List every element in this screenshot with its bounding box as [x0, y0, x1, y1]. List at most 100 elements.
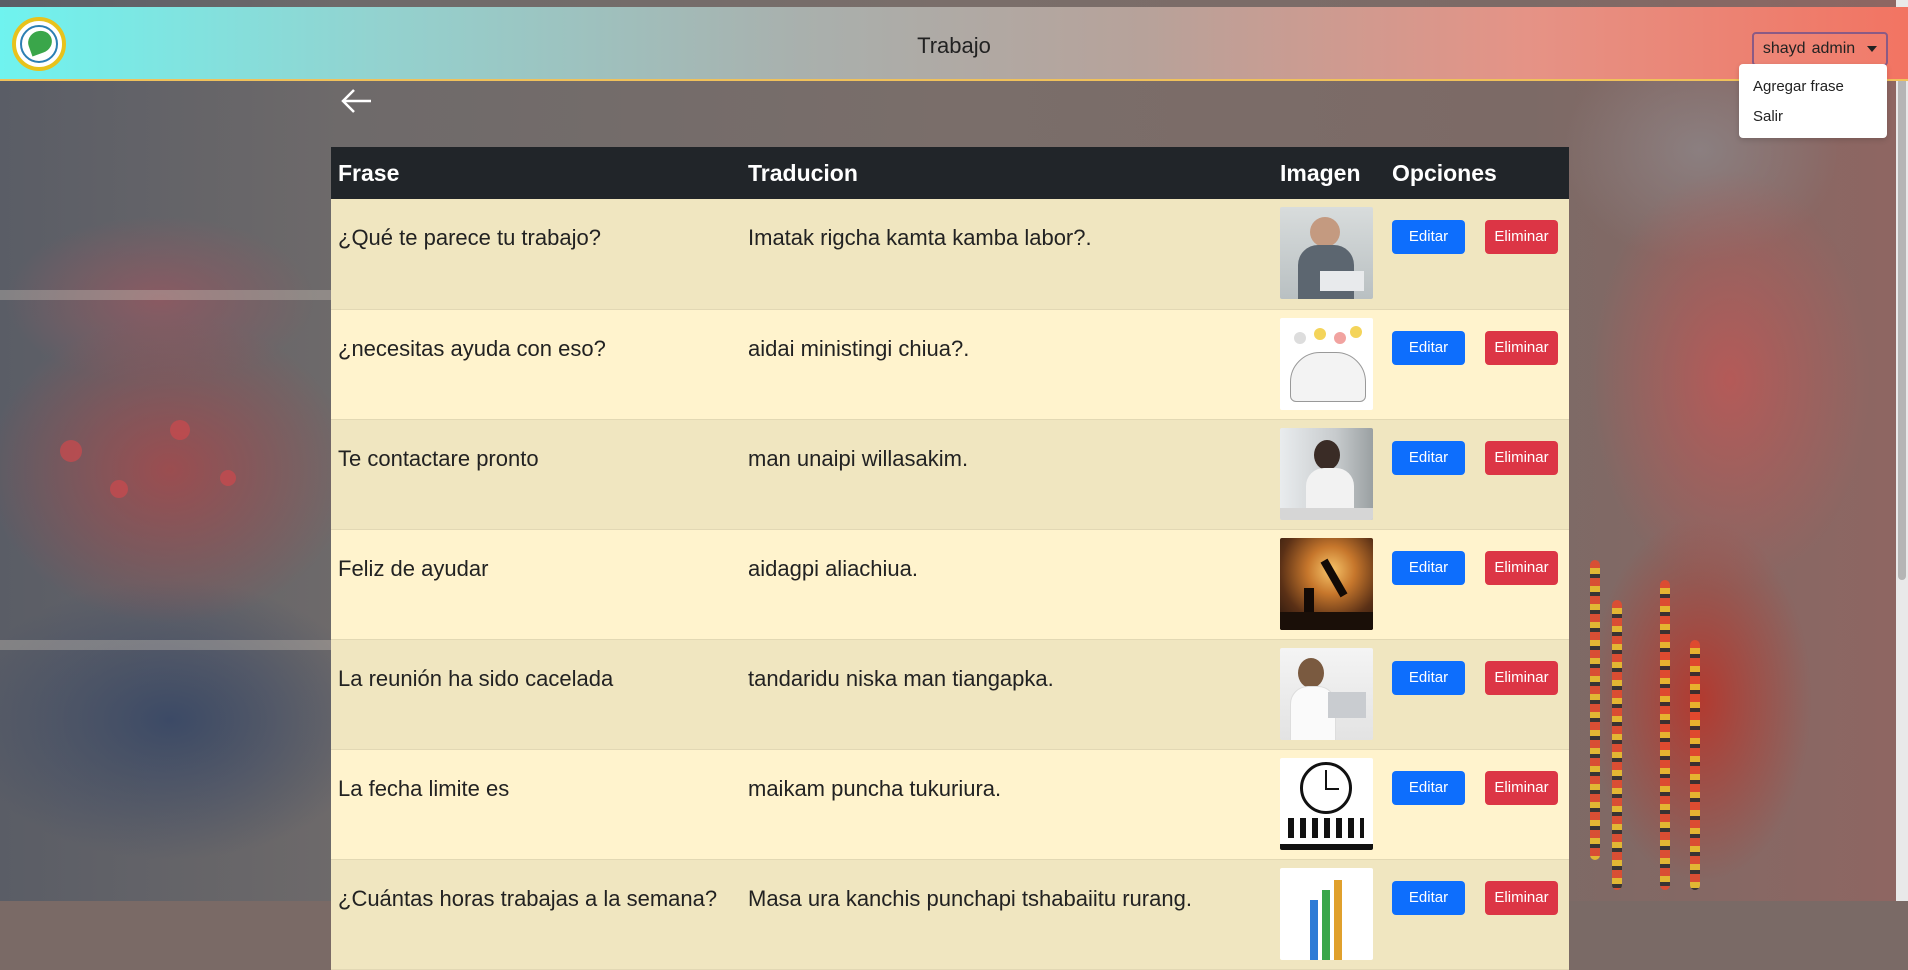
phrase-image [1280, 867, 1373, 960]
scrollbar[interactable] [1896, 0, 1908, 901]
background-pattern [170, 420, 190, 440]
bubble-shape [1314, 327, 1326, 340]
edit-button[interactable]: Editar [1392, 880, 1465, 915]
running-people [1288, 817, 1364, 838]
phrase-image [1280, 207, 1373, 299]
background-beads [1590, 560, 1600, 860]
person-silhouette [1314, 439, 1340, 470]
phrase-cell: La reunión ha sido cacelada [331, 639, 741, 750]
table-header-row: Frase Traducion Imagen Opciones [331, 147, 1569, 199]
edit-button[interactable]: Editar [1392, 660, 1465, 695]
user-menu-toggle[interactable]: shayd admin [1752, 32, 1888, 66]
user-name: shayd [1762, 40, 1806, 57]
phrase-cell: ¿Qué te parece tu trabajo? [331, 199, 741, 310]
delete-button[interactable]: Eliminar [1485, 660, 1558, 695]
user-dropdown-menu: Agregar frase Salir [1739, 64, 1887, 138]
phrase-image [1280, 757, 1373, 850]
edit-button[interactable]: Editar [1392, 220, 1465, 254]
person-silhouette [1310, 217, 1340, 247]
image-cell [1273, 639, 1385, 750]
delete-button[interactable]: Eliminar [1485, 220, 1558, 254]
background-shelf [0, 290, 340, 300]
people-sketch [1290, 351, 1366, 402]
background-pattern [110, 480, 128, 498]
phrase-image [1280, 537, 1373, 630]
translation-cell: Imatak rigcha kamta kamba labor?. [741, 199, 1273, 310]
bubble-shape [1350, 325, 1362, 338]
phrase-cell: ¿Cuántas horas trabajas a la semana? [331, 859, 741, 970]
image-cell [1273, 859, 1385, 970]
column-header-frase: Frase [331, 147, 741, 199]
chart-bar [1310, 899, 1318, 960]
background-beads [1612, 600, 1622, 890]
delete-button[interactable]: Eliminar [1485, 330, 1558, 365]
options-cell: Editar Eliminar [1385, 639, 1569, 750]
phrase-cell: La fecha limite es [331, 749, 741, 860]
phrase-image [1280, 427, 1373, 520]
phrase-image [1280, 317, 1373, 410]
table-row: ¿Cuántas horas trabajas a la semana? Mas… [331, 859, 1569, 970]
page-title: Trabajo [917, 33, 991, 58]
background-shelf [0, 640, 340, 650]
desk-shape [1280, 507, 1373, 520]
person-silhouette [1320, 558, 1348, 597]
edit-button[interactable]: Editar [1392, 770, 1465, 805]
dropdown-item-agregar-frase[interactable]: Agregar frase [1753, 78, 1844, 95]
options-cell: Editar Eliminar [1385, 309, 1569, 420]
clock-hand [1325, 787, 1339, 790]
rock-shape [1280, 611, 1373, 630]
laptop-shape [1320, 271, 1364, 291]
delete-button[interactable]: Eliminar [1485, 550, 1558, 585]
phrase-cell: Te contactare pronto [331, 419, 741, 530]
image-cell [1273, 749, 1385, 860]
chart-bar [1334, 879, 1342, 960]
translation-cell: tandaridu niska man tiangapka. [741, 639, 1273, 750]
person-silhouette [1298, 657, 1324, 688]
options-cell: Editar Eliminar [1385, 199, 1569, 310]
image-cell [1273, 529, 1385, 640]
column-header-opciones: Opciones [1385, 147, 1569, 199]
background-beads [1660, 580, 1670, 890]
translation-cell: aidagpi aliachiua. [741, 529, 1273, 640]
phrase-cell: Feliz de ayudar [331, 529, 741, 640]
column-header-traducion: Traducion [741, 147, 1273, 199]
phrases-table: Frase Traducion Imagen Opciones ¿Qué te … [331, 147, 1569, 970]
phrase-image [1280, 647, 1373, 740]
table-row: La fecha limite es maikam puncha tukuriu… [331, 749, 1569, 860]
edit-button[interactable]: Editar [1392, 550, 1465, 585]
translation-cell: aidai ministingi chiua?. [741, 309, 1273, 420]
table-row: ¿necesitas ayuda con eso? aidai ministin… [331, 309, 1569, 420]
user-role: admin [1811, 40, 1856, 57]
navbar: Trabajo shayd admin [0, 7, 1908, 81]
image-cell [1273, 419, 1385, 530]
options-cell: Editar Eliminar [1385, 749, 1569, 860]
caret-down-icon [1867, 46, 1878, 52]
image-cell [1273, 199, 1385, 310]
edit-button[interactable]: Editar [1392, 440, 1465, 475]
table-row: La reunión ha sido cacelada tandaridu ni… [331, 639, 1569, 750]
translation-cell: maikam puncha tukuriura. [741, 749, 1273, 860]
table-row: Feliz de ayudar aidagpi aliachiua. Edita… [331, 529, 1569, 640]
delete-button[interactable]: Eliminar [1485, 440, 1558, 475]
bubble-shape [1334, 331, 1346, 344]
translation-cell: Masa ura kanchis punchapi tshabaiitu rur… [741, 859, 1273, 970]
dropdown-item-salir[interactable]: Salir [1753, 108, 1783, 125]
column-header-imagen: Imagen [1273, 147, 1385, 199]
delete-button[interactable]: Eliminar [1485, 880, 1558, 915]
clock-hand [1325, 769, 1327, 790]
scrollbar-thumb[interactable] [1898, 10, 1906, 580]
background-pattern [220, 470, 236, 486]
background-pattern [60, 440, 82, 462]
options-cell: Editar Eliminar [1385, 419, 1569, 530]
ground-bar [1280, 843, 1373, 850]
laptop-shape [1328, 691, 1366, 718]
delete-button[interactable]: Eliminar [1485, 770, 1558, 805]
chart-bar [1322, 889, 1330, 960]
edit-button[interactable]: Editar [1392, 330, 1465, 365]
table-row: Te contactare pronto man unaipi willasak… [331, 419, 1569, 530]
image-cell [1273, 309, 1385, 420]
phrase-cell: ¿necesitas ayuda con eso? [331, 309, 741, 420]
back-arrow-icon[interactable] [340, 86, 374, 116]
background-beads [1690, 640, 1700, 890]
translation-cell: man unaipi willasakim. [741, 419, 1273, 530]
